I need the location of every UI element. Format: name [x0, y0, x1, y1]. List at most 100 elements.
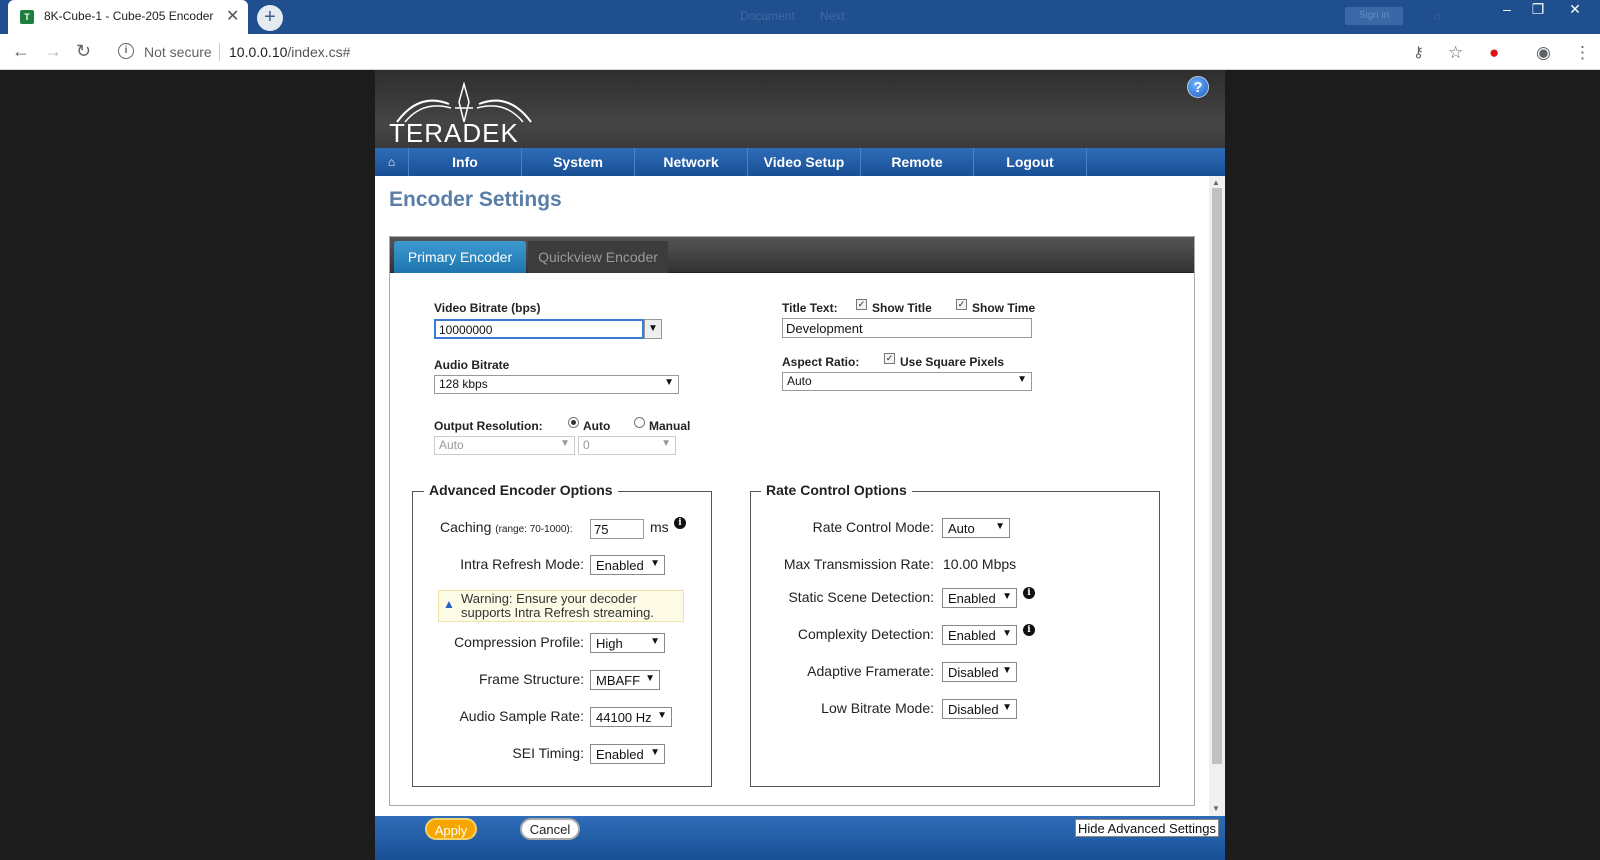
star-icon[interactable]: ☆ [1448, 43, 1463, 63]
caching-label-text: Caching [440, 519, 492, 535]
caching-info-icon[interactable]: i [674, 517, 686, 529]
complexity-detection-select[interactable]: Enabled ▼ [942, 625, 1017, 645]
complexity-info-icon[interactable]: i [1023, 624, 1035, 636]
intra-refresh-select[interactable]: Enabled ▼ [590, 555, 665, 575]
video-bitrate-input[interactable]: 10000000 [434, 319, 644, 339]
scroll-thumb[interactable] [1212, 188, 1222, 764]
page-footer: Apply Cancel Hide Advanced Settings [375, 816, 1225, 860]
dropdown-arrow-icon: ▼ [645, 673, 655, 684]
minimize-window-button[interactable]: – [1490, 0, 1524, 20]
key-icon[interactable]: ⚷ [1413, 43, 1424, 61]
back-icon[interactable]: ← [12, 41, 30, 62]
resolution-auto-radio[interactable] [568, 417, 579, 428]
cancel-button[interactable]: Cancel [520, 818, 580, 840]
rate-control-mode-select[interactable]: Auto ▼ [942, 518, 1010, 538]
audio-sample-rate-value: 44100 Hz [596, 710, 652, 725]
tab-quickview-encoder[interactable]: Quickview Encoder [528, 241, 668, 273]
page-title: Encoder Settings [389, 188, 562, 211]
aspect-ratio-select[interactable]: Auto ▼ [782, 372, 1032, 391]
title-text-input[interactable]: Development [782, 318, 1032, 338]
teradek-favicon-icon: T [20, 10, 34, 24]
new-tab-button[interactable]: + [257, 5, 283, 31]
title-text-label: Title Text: [782, 301, 838, 315]
intra-refresh-value: Enabled [596, 558, 644, 573]
low-bitrate-select[interactable]: Disabled ▼ [942, 699, 1017, 719]
dropdown-arrow-icon: ▼ [650, 747, 660, 758]
video-bitrate-label: Video Bitrate (bps) [434, 301, 541, 315]
audio-bitrate-select[interactable]: 128 kbps ▼ [434, 375, 679, 394]
show-title-checkbox[interactable]: ✓ [856, 299, 867, 310]
url-text[interactable]: 10.0.0.10/index.cs# [229, 44, 350, 60]
frame-structure-select[interactable]: MBAFF ▼ [590, 670, 660, 690]
page-scrollbar[interactable]: ▲ ▼ [1209, 176, 1225, 816]
hide-advanced-settings-button[interactable]: Hide Advanced Settings [1075, 819, 1219, 837]
forward-icon[interactable]: → [44, 41, 62, 62]
adaptive-framerate-select[interactable]: Disabled ▼ [942, 662, 1017, 682]
low-bitrate-label: Low Bitrate Mode: [821, 700, 934, 716]
resolution-manual-radio[interactable] [634, 417, 645, 428]
square-pixels-checkbox[interactable]: ✓ [884, 353, 895, 364]
dropdown-arrow-icon: ▼ [1002, 591, 1012, 602]
square-pixels-label: Use Square Pixels [900, 355, 1005, 369]
nav-logout[interactable]: Logout [974, 148, 1087, 176]
adaptive-framerate-value: Disabled [948, 665, 999, 680]
dropdown-arrow-icon: ▼ [650, 558, 660, 569]
aspect-ratio-label: Aspect Ratio: [782, 355, 860, 369]
rate-control-mode-value: Auto [948, 521, 975, 536]
aspect-ratio-value: Auto [787, 374, 812, 388]
scroll-down-icon[interactable]: ▼ [1212, 804, 1220, 813]
dropdown-arrow-icon: ▼ [1002, 702, 1012, 713]
resolution-select-1[interactable]: Auto ▼ [434, 436, 575, 455]
nav-video-setup[interactable]: Video Setup [748, 148, 861, 176]
nav-system[interactable]: System [522, 148, 635, 176]
audio-sample-rate-label: Audio Sample Rate: [459, 708, 584, 724]
teradek-page: TERADEK ? ⌂ Info System Network Video Se… [375, 70, 1225, 860]
static-scene-select[interactable]: Enabled ▼ [942, 588, 1017, 608]
show-time-label: Show Time [972, 301, 1036, 315]
scroll-up-icon[interactable]: ▲ [1212, 178, 1220, 187]
static-scene-info-icon[interactable]: i [1023, 587, 1035, 599]
address-bar-row: ← → ↻ i Not secure 10.0.0.10/index.cs# ⚷… [0, 34, 1600, 70]
nav-info[interactable]: Info [409, 148, 522, 176]
resolution-select-2[interactable]: 0 ▼ [578, 436, 676, 455]
tab-primary-encoder[interactable]: Primary Encoder [394, 241, 526, 273]
show-time-checkbox[interactable]: ✓ [956, 299, 967, 310]
menu-icon[interactable]: ⋮ [1574, 43, 1591, 63]
faded-sign-in-button: Sign in [1345, 7, 1403, 25]
nav-network[interactable]: Network [635, 148, 748, 176]
dropdown-arrow-icon: ▼ [1017, 374, 1027, 385]
video-bitrate-dropdown-button[interactable]: ▼ [644, 319, 662, 339]
tab-title: 8K-Cube-1 - Cube-205 Encoder [44, 9, 214, 23]
apply-button[interactable]: Apply [425, 818, 477, 840]
browser-tab[interactable]: T 8K-Cube-1 - Cube-205 Encoder ✕ [8, 0, 248, 34]
audio-sample-rate-select[interactable]: 44100 Hz ▼ [590, 707, 672, 727]
close-tab-icon[interactable]: ✕ [226, 6, 239, 26]
chevron-down-icon: ▼ [648, 323, 658, 334]
dropdown-arrow-icon: ▼ [995, 521, 1005, 532]
dropdown-arrow-icon: ▼ [661, 438, 671, 449]
profile-icon[interactable]: ◉ [1536, 43, 1551, 63]
extension-icon[interactable]: ● [1489, 43, 1499, 63]
low-bitrate-value: Disabled [948, 702, 999, 717]
caching-input[interactable]: 75 [590, 519, 644, 539]
static-scene-value: Enabled [948, 591, 996, 606]
compression-profile-select[interactable]: High ▼ [590, 633, 665, 653]
faded-window-title-2: Next [820, 9, 845, 23]
nav-remote[interactable]: Remote [861, 148, 974, 176]
close-window-button[interactable]: ✕ [1558, 0, 1592, 20]
encoder-panel: Primary Encoder Quickview Encoder Video … [389, 236, 1195, 806]
help-icon[interactable]: ? [1187, 76, 1209, 98]
site-info-icon[interactable]: i [118, 43, 134, 59]
nav-home-icon[interactable]: ⌂ [375, 148, 409, 176]
resolution-manual-label: Manual [649, 419, 691, 433]
content-area: Encoder Settings Primary Encoder Quickvi… [375, 176, 1209, 816]
omnibox[interactable]: i Not secure 10.0.0.10/index.cs# [110, 39, 1400, 65]
sei-timing-select[interactable]: Enabled ▼ [590, 744, 665, 764]
reload-icon[interactable]: ↻ [76, 41, 91, 62]
rate-control-legend: Rate Control Options [761, 482, 912, 498]
show-title-label: Show Title [872, 301, 932, 315]
not-secure-label: Not secure [144, 44, 212, 60]
restore-window-button[interactable]: ❐ [1521, 0, 1555, 20]
max-transmission-label: Max Transmission Rate: [783, 556, 934, 572]
sei-timing-value: Enabled [596, 747, 644, 762]
